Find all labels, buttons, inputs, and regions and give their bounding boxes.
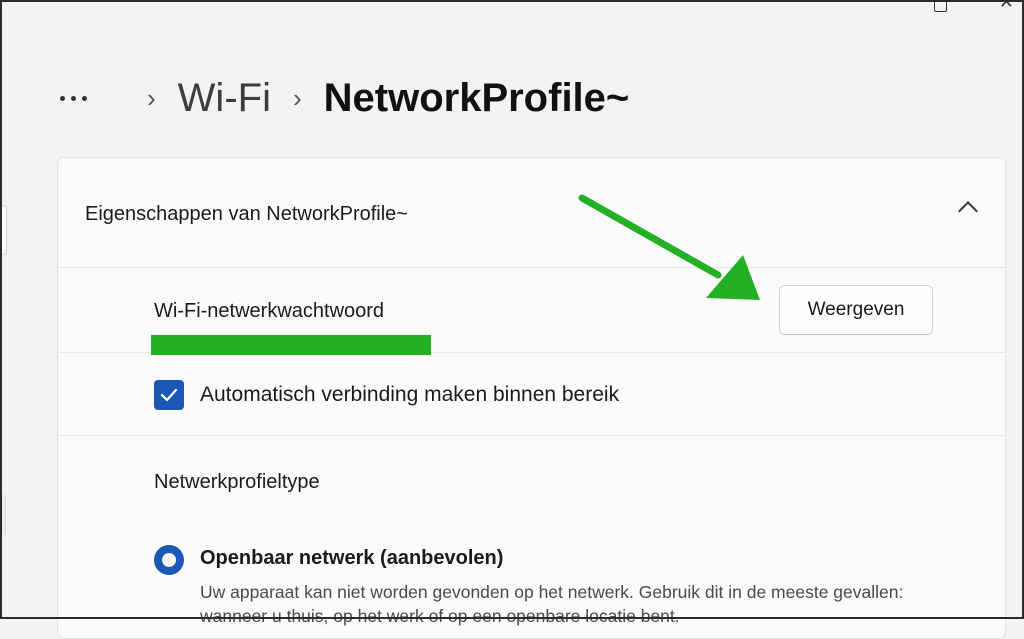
network-profile-type-label: Netwerkprofieltype <box>154 471 320 493</box>
show-password-button[interactable]: Weergeven <box>779 285 933 335</box>
properties-card-title: Eigenschappen van NetworkProfile~ <box>85 203 408 225</box>
left-panel-edge-lower <box>0 495 6 535</box>
left-panel-edge <box>0 205 7 255</box>
auto-connect-checkbox[interactable] <box>154 380 184 410</box>
auto-connect-row: Automatisch verbinding maken binnen bere… <box>58 353 1005 436</box>
wifi-password-row: Wi-Fi-netwerkwachtwoord Weergeven <box>58 268 1005 355</box>
public-network-radio[interactable] <box>154 545 184 575</box>
close-window-icon[interactable]: ✕ <box>999 0 1014 13</box>
window-controls: ✕ <box>933 0 1014 13</box>
chevron-up-icon[interactable] <box>958 201 978 221</box>
more-horizontal-icon[interactable] <box>60 95 87 101</box>
green-highlight-underline <box>151 335 431 355</box>
checkmark-icon <box>160 388 178 402</box>
breadcrumb: › Wi-Fi › NetworkProfile~ <box>60 70 629 126</box>
public-network-option-title: Openbaar netwerk (aanbevolen) <box>200 547 504 569</box>
wifi-password-label: Wi-Fi-netwerkwachtwoord <box>154 300 385 322</box>
breadcrumb-wifi[interactable]: Wi-Fi <box>178 76 271 121</box>
properties-card-header[interactable]: Eigenschappen van NetworkProfile~ <box>58 158 1005 268</box>
chevron-right-icon: › <box>292 83 302 113</box>
chevron-right-icon: › <box>147 83 156 113</box>
properties-card: Eigenschappen van NetworkProfile~ Wi-Fi-… <box>57 157 1006 639</box>
restore-window-icon[interactable] <box>933 0 947 12</box>
public-network-option-description: Uw apparaat kan niet worden gevonden op … <box>200 582 904 626</box>
auto-connect-label: Automatisch verbinding maken binnen bere… <box>200 383 620 406</box>
page-title: NetworkProfile~ <box>323 75 630 120</box>
